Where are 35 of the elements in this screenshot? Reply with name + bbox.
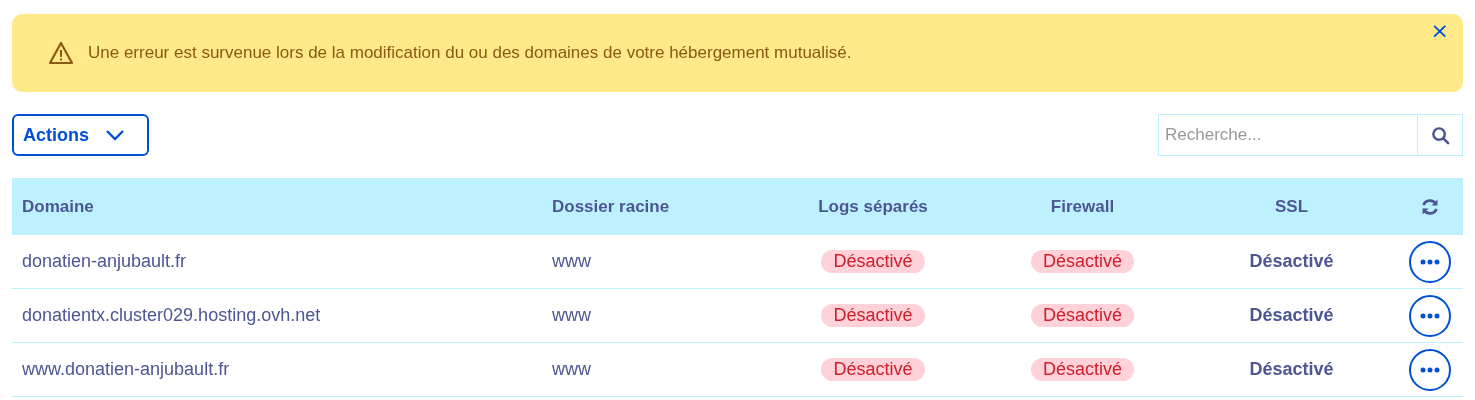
status-badge: Désactivé (1031, 250, 1134, 273)
column-header: SSL (1273, 196, 1310, 217)
ellipsis-icon (1419, 366, 1440, 373)
warning-icon (48, 41, 74, 65)
status-badge: Désactivé (821, 250, 925, 273)
status-text: Désactivé (1249, 359, 1334, 380)
ellipsis-icon (1419, 258, 1440, 265)
table-cell: www (552, 359, 591, 379)
table-cell: www (552, 305, 591, 325)
actions-dropdown[interactable]: Actions (12, 114, 149, 156)
column-header: Logs séparés (817, 196, 929, 217)
status-badge: Désactivé (1031, 358, 1134, 381)
table-cell: www.donatien-anjubault.fr (22, 359, 230, 379)
more-options-button[interactable] (1408, 240, 1451, 283)
status-badge: Désactivé (821, 358, 925, 381)
ellipsis-icon (1419, 312, 1440, 319)
more-options-button[interactable] (1408, 294, 1451, 337)
search-icon (1430, 125, 1450, 145)
search-field[interactable]: Recherche... (1158, 114, 1417, 156)
table-cell: donatientx.cluster029.hosting.ovh.net (22, 305, 321, 325)
column-header: Firewall (1049, 196, 1116, 217)
status-badge: Désactivé (821, 304, 925, 327)
column-header: Dossier racine (551, 196, 671, 217)
table-cell: www (552, 251, 591, 271)
refresh-icon[interactable] (1419, 196, 1440, 217)
table-cell: donatien-anjubault.fr (22, 251, 187, 271)
chevron-down-icon (105, 129, 125, 141)
alert-message: Une erreur est survenue lors de la modification du ou des domaines de votre hébergement mutualisé. (88, 43, 852, 63)
close-button[interactable]: × (1428, 18, 1451, 44)
status-text: Désactivé (1249, 305, 1334, 326)
status-badge: Désactivé (1031, 304, 1134, 327)
search-button[interactable] (1417, 114, 1463, 156)
column-header: Domaine (21, 196, 95, 217)
status-text: Désactivé (1249, 251, 1334, 272)
more-options-button[interactable] (1408, 348, 1451, 391)
